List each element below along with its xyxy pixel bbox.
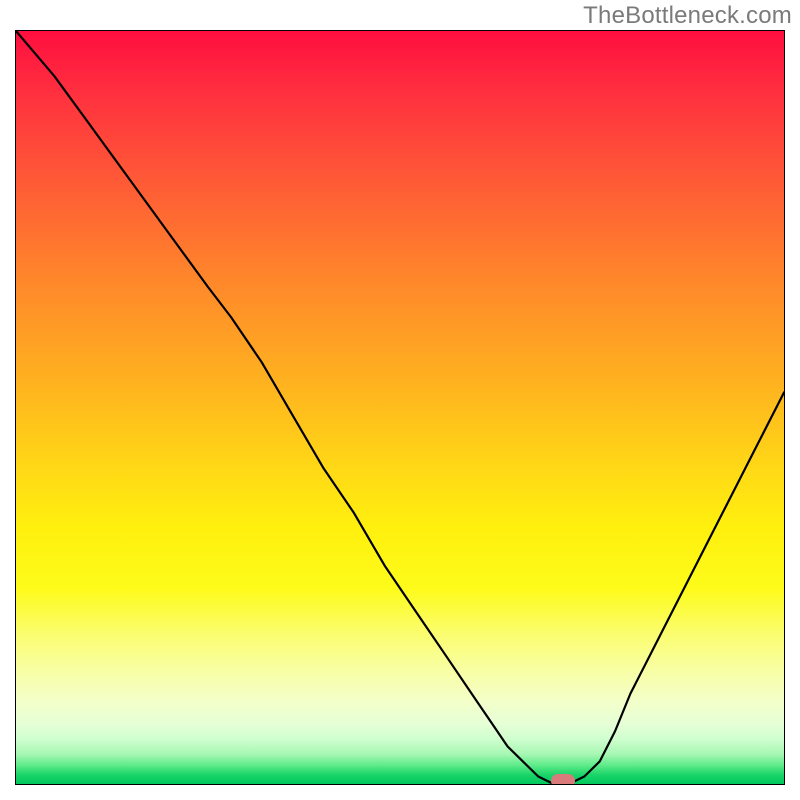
bottleneck-curve <box>16 31 784 784</box>
chart-container: TheBottleneck.com <box>0 0 800 800</box>
watermark-text: TheBottleneck.com <box>583 2 792 30</box>
optimal-point-marker <box>551 774 575 785</box>
plot-area <box>15 30 785 785</box>
